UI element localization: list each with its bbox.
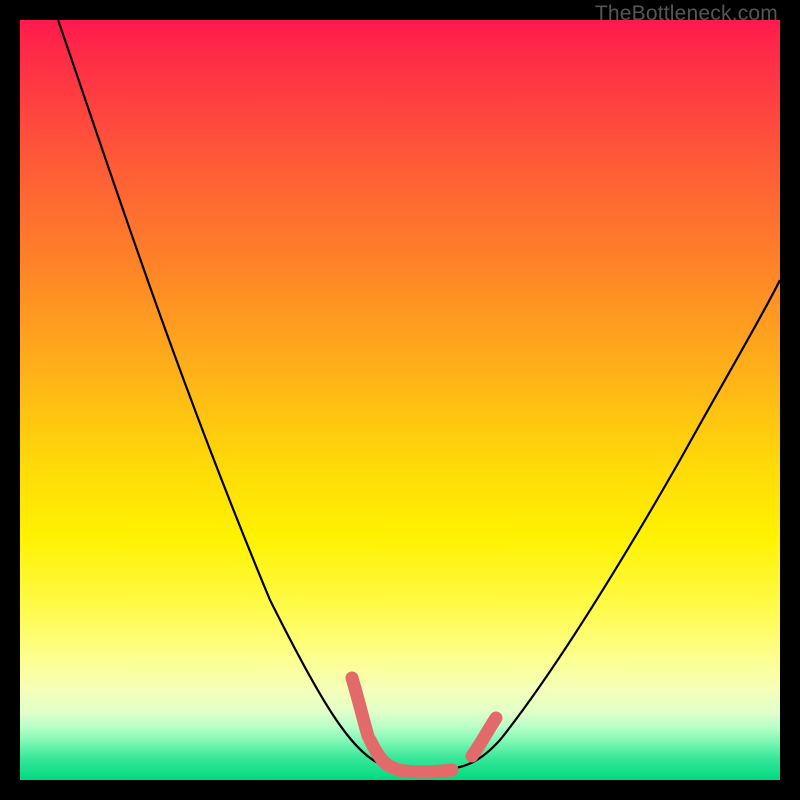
chart-svg: [20, 20, 780, 780]
bottleneck-curve: [58, 20, 780, 771]
sweet-spot-highlight: [352, 678, 496, 772]
